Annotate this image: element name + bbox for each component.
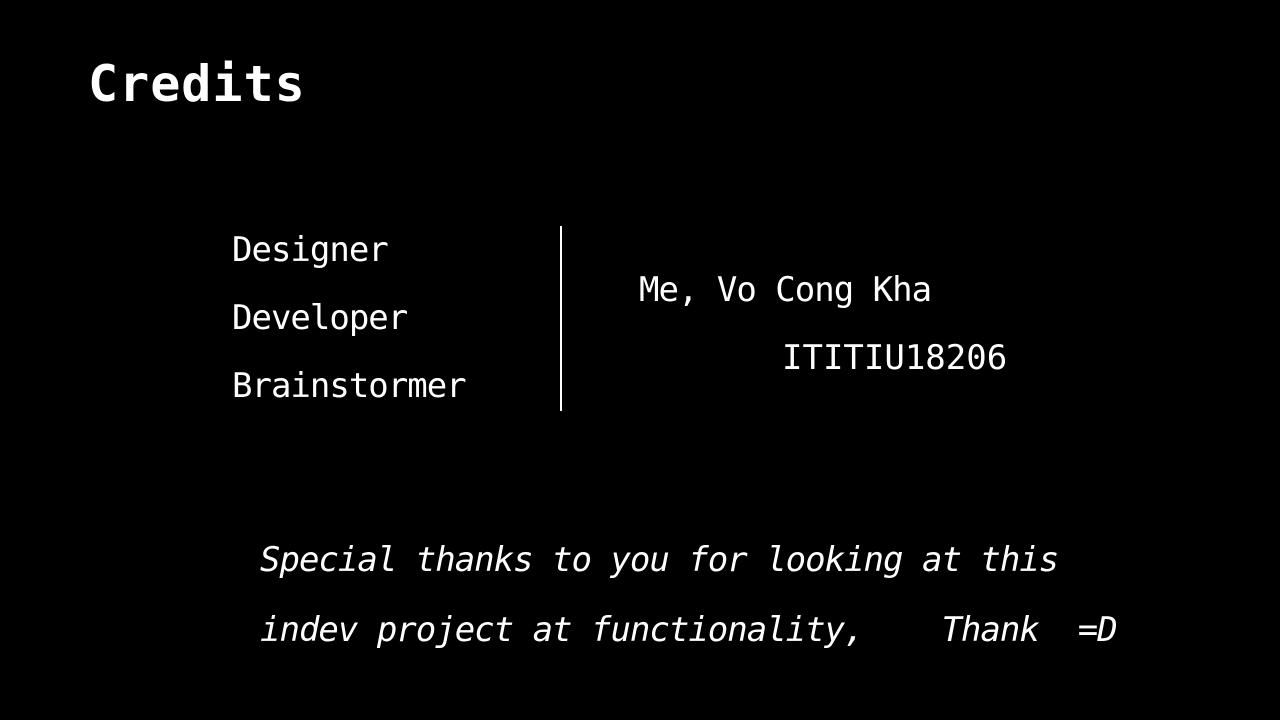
credits-screen: Credits Designer Developer Brainstormer … [0,0,1280,720]
role-designer: Designer [232,230,389,270]
role-brainstormer: Brainstormer [232,366,467,406]
special-thanks: Special thanks to you for looking at thi… [260,538,1160,652]
thanks-line-1: Special thanks to you for looking at thi… [260,540,1059,580]
roles-list: Designer Developer Brainstormer [232,230,532,406]
thanks-line-2: indev project at functionality, Thank =D [260,610,1118,650]
page-title: Credits [88,55,306,113]
vertical-divider [560,226,562,411]
author-name: Me, Vo Cong Kha [639,270,932,310]
author-student-id: ITITIU18206 [782,338,1008,378]
role-developer: Developer [232,298,408,338]
